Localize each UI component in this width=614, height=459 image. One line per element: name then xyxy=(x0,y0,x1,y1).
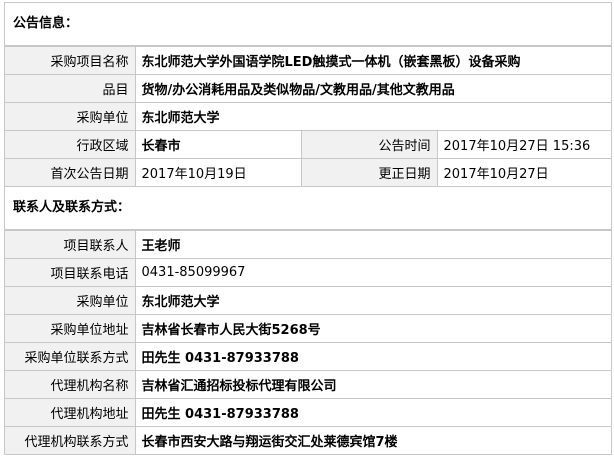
purchaser-contact-value: 田先生 0431-87933788 xyxy=(134,342,611,371)
table-row: 项目联系人 王老师 xyxy=(5,230,611,259)
announcement-panel: 公告信息： 采购项目名称 东北师范大学外国语学院LED触摸式一体机（嵌套黑板）设… xyxy=(4,2,612,455)
table-row: 采购单位联系方式 田先生 0431-87933788 xyxy=(5,342,611,371)
table-row: 品目 货物/办公消耗用品及类似物品/文教用品/其他文教用品 xyxy=(5,74,611,103)
project-phone-value: 0431-85099967 xyxy=(134,258,611,287)
table-row: 采购单位 东北师范大学 xyxy=(5,102,611,131)
table-row: 项目联系电话 0431-85099967 xyxy=(5,258,611,287)
table-row: 采购单位 东北师范大学 xyxy=(5,286,611,315)
project-name-value: 东北师范大学外国语学院LED触摸式一体机（嵌套黑板）设备采购 xyxy=(134,46,611,75)
table-row: 代理机构名称 吉林省汇通招标投标代理有限公司 xyxy=(5,370,611,399)
table-row: 首次公告日期 2017年10月19日 更正日期 2017年10月27日 xyxy=(5,158,611,187)
section-title-contact: 联系人及联系方式： xyxy=(5,187,611,230)
agency-address-value: 田先生 0431-87933788 xyxy=(134,398,611,427)
purchaser-label: 采购单位 xyxy=(5,102,136,131)
agency-name-value: 吉林省汇通招标投标代理有限公司 xyxy=(134,370,611,399)
region-value: 长春市 xyxy=(134,130,302,159)
purchaser-value: 东北师范大学 xyxy=(134,102,611,131)
purchaser-address-value: 吉林省长春市人民大街5268号 xyxy=(134,314,611,343)
purchaser-address-label: 采购单位地址 xyxy=(5,314,136,343)
region-label: 行政区域 xyxy=(5,130,136,159)
table-row: 代理机构地址 田先生 0431-87933788 xyxy=(5,398,611,427)
agency-address-label: 代理机构地址 xyxy=(5,398,136,427)
notice-table: 采购项目名称 东北师范大学外国语学院LED触摸式一体机（嵌套黑板）设备采购 品目… xyxy=(5,46,611,187)
agency-contact-label: 代理机构联系方式 xyxy=(5,426,136,455)
publish-time-label: 公告时间 xyxy=(300,130,438,159)
table-row: 采购项目名称 东北师范大学外国语学院LED触摸式一体机（嵌套黑板）设备采购 xyxy=(5,46,611,75)
section-title-notice: 公告信息： xyxy=(5,3,611,46)
agency-name-label: 代理机构名称 xyxy=(5,370,136,399)
category-value: 货物/办公消耗用品及类似物品/文教用品/其他文教用品 xyxy=(134,74,611,103)
table-row: 代理机构联系方式 长春市西安大路与翔运街交汇处莱德宾馆7楼 xyxy=(5,426,611,455)
first-date-value: 2017年10月19日 xyxy=(134,158,302,187)
contact-table: 项目联系人 王老师 项目联系电话 0431-85099967 采购单位 东北师范… xyxy=(5,230,611,455)
project-contact-value: 王老师 xyxy=(134,230,611,259)
change-date-label: 更正日期 xyxy=(300,158,438,187)
project-contact-label: 项目联系人 xyxy=(5,230,136,259)
contact-purchaser-label: 采购单位 xyxy=(5,286,136,315)
agency-contact-value: 长春市西安大路与翔运街交汇处莱德宾馆7楼 xyxy=(134,426,611,455)
project-phone-label: 项目联系电话 xyxy=(5,258,136,287)
change-date-value: 2017年10月27日 xyxy=(436,158,611,187)
publish-time-value: 2017年10月27日 15:36 xyxy=(436,130,611,159)
project-name-label: 采购项目名称 xyxy=(5,46,136,75)
first-date-label: 首次公告日期 xyxy=(5,158,136,187)
contact-purchaser-value: 东北师范大学 xyxy=(134,286,611,315)
category-label: 品目 xyxy=(5,74,136,103)
table-row: 采购单位地址 吉林省长春市人民大街5268号 xyxy=(5,314,611,343)
table-row: 行政区域 长春市 公告时间 2017年10月27日 15:36 xyxy=(5,130,611,159)
purchaser-contact-label: 采购单位联系方式 xyxy=(5,342,136,371)
